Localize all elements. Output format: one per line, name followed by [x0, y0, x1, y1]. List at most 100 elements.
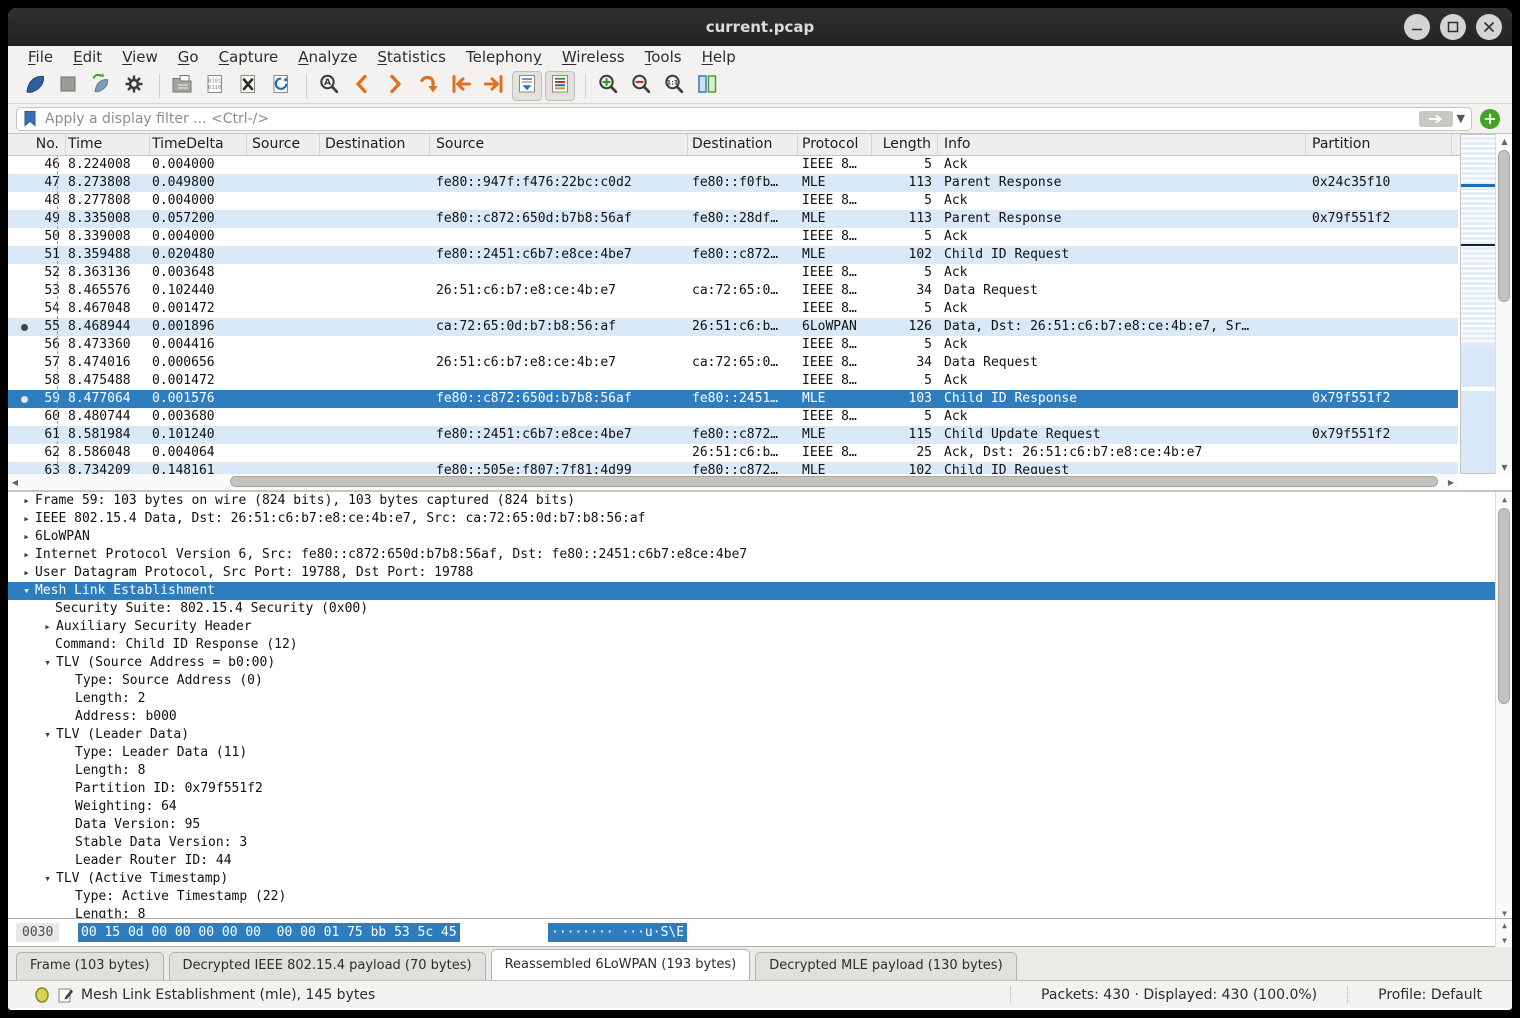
- column-header-partition[interactable]: Partition: [1306, 134, 1452, 155]
- collapsed-arrow-icon[interactable]: ▸: [18, 528, 35, 546]
- filter-dropdown-icon[interactable]: ▼: [1457, 112, 1465, 125]
- scroll-up-arrow[interactable]: ▲: [1496, 492, 1512, 506]
- display-filter-input[interactable]: [43, 110, 1419, 128]
- detail-line-15[interactable]: Length: 8: [8, 762, 1512, 780]
- collapsed-arrow-icon[interactable]: ▸: [18, 546, 35, 564]
- packet-row-49[interactable]: 498.3350080.057200fe80::c872:650d:b7b8:5…: [8, 210, 1458, 228]
- detail-line-17[interactable]: Weighting: 64: [8, 798, 1512, 816]
- find-packet-button[interactable]: A: [314, 71, 344, 101]
- expanded-arrow-icon[interactable]: ▾: [39, 870, 56, 888]
- filter-bookmark-icon[interactable]: [23, 110, 37, 127]
- byte-tab-decrypted[interactable]: Decrypted MLE payload (130 bytes): [755, 952, 1016, 980]
- detail-line-14[interactable]: Type: Leader Data (11): [8, 744, 1512, 762]
- scroll-right-arrow[interactable]: ▶: [1444, 474, 1458, 490]
- start-capture-button[interactable]: [20, 71, 50, 101]
- expanded-arrow-icon[interactable]: ▾: [39, 654, 56, 672]
- zoom-in-button[interactable]: [593, 71, 623, 101]
- menu-view[interactable]: View: [112, 46, 168, 68]
- packet-row-50[interactable]: 508.3390080.004000IEEE 8…5Ack: [8, 228, 1458, 246]
- menu-capture[interactable]: Capture: [209, 46, 289, 68]
- menu-statistics[interactable]: Statistics: [367, 46, 456, 68]
- column-header-source[interactable]: Source: [247, 134, 320, 155]
- packet-row-52[interactable]: 528.3631360.003648IEEE 8…5Ack: [8, 264, 1458, 282]
- menu-telephony[interactable]: Telephony: [456, 46, 552, 68]
- column-header-source[interactable]: Source: [430, 134, 688, 155]
- packet-row-60[interactable]: 608.4807440.003680IEEE 8…5Ack: [8, 408, 1458, 426]
- menu-analyze[interactable]: Analyze: [288, 46, 367, 68]
- column-header-info[interactable]: Info: [938, 134, 1306, 155]
- detail-line-4[interactable]: ▸User Datagram Protocol, Src Port: 19788…: [8, 564, 1512, 582]
- close-button[interactable]: [1476, 14, 1502, 40]
- packet-row-47[interactable]: 478.2738080.049800fe80::947f:f476:22bc:c…: [8, 174, 1458, 192]
- hex-bytes-selected[interactable]: 00 15 0d 00 00 00 00 00 00 00 01 75 bb 5…: [78, 923, 460, 942]
- expanded-arrow-icon[interactable]: ▾: [39, 726, 56, 744]
- menu-file[interactable]: File: [18, 46, 63, 68]
- detail-line-10[interactable]: Type: Source Address (0): [8, 672, 1512, 690]
- packet-list-hscrollbar[interactable]: ◀ ▶: [8, 474, 1458, 490]
- hex-ascii-selected[interactable]: ········ ···u·S\E: [548, 923, 687, 942]
- detail-line-8[interactable]: Command: Child ID Response (12): [8, 636, 1512, 654]
- packet-list-hscroll-thumb[interactable]: [230, 476, 1438, 487]
- auto-scroll-button[interactable]: [512, 71, 542, 101]
- column-header-protocol[interactable]: Protocol: [798, 134, 872, 155]
- collapsed-arrow-icon[interactable]: ▸: [39, 618, 56, 636]
- column-header-no[interactable]: No.: [8, 134, 66, 155]
- detail-line-1[interactable]: ▸IEEE 802.15.4 Data, Dst: 26:51:c6:b7:e8…: [8, 510, 1512, 528]
- detail-line-9[interactable]: ▾TLV (Source Address = b0:00): [8, 654, 1512, 672]
- detail-line-11[interactable]: Length: 2: [8, 690, 1512, 708]
- detail-line-7[interactable]: ▸Auxiliary Security Header: [8, 618, 1512, 636]
- details-vscroll-thumb[interactable]: [1498, 508, 1510, 704]
- go-to-packet-button[interactable]: [413, 71, 443, 101]
- bytes-vscrollbar[interactable]: ▲ ▼: [1495, 919, 1512, 947]
- menu-help[interactable]: Help: [692, 46, 746, 68]
- capture-options-button[interactable]: [119, 71, 149, 101]
- packet-row-51[interactable]: 518.3594880.020480fe80::2451:c6b7:e8ce:4…: [8, 246, 1458, 264]
- detail-line-13[interactable]: ▾TLV (Leader Data): [8, 726, 1512, 744]
- detail-line-5[interactable]: ▾Mesh Link Establishment: [8, 582, 1512, 600]
- intelligent-scrollbar-minimap[interactable]: [1460, 134, 1496, 474]
- detail-line-22[interactable]: Type: Active Timestamp (22): [8, 888, 1512, 906]
- scroll-down-arrow[interactable]: ▼: [1496, 906, 1512, 918]
- packet-list-vscrollbar[interactable]: ▲ ▼: [1495, 134, 1512, 474]
- packet-row-56[interactable]: 568.4733600.004416IEEE 8…5Ack: [8, 336, 1458, 354]
- detail-line-16[interactable]: Partition ID: 0x79f551f2: [8, 780, 1512, 798]
- menu-wireless[interactable]: Wireless: [552, 46, 635, 68]
- colorize-packets-button[interactable]: [545, 71, 575, 101]
- column-header-destination[interactable]: Destination: [688, 134, 798, 155]
- maximize-button[interactable]: [1440, 14, 1466, 40]
- go-forward-button[interactable]: [380, 71, 410, 101]
- packet-row-59[interactable]: 598.4770640.001576fe80::c872:650d:b7b8:5…: [8, 390, 1458, 408]
- detail-line-19[interactable]: Stable Data Version: 3: [8, 834, 1512, 852]
- detail-line-21[interactable]: ▾TLV (Active Timestamp): [8, 870, 1512, 888]
- detail-line-0[interactable]: ▸Frame 59: 103 bytes on wire (824 bits),…: [8, 492, 1512, 510]
- profile-status[interactable]: Profile: Default: [1347, 987, 1512, 1003]
- capture-comment-icon[interactable]: [58, 987, 73, 1003]
- zoom-original-button[interactable]: 1:1: [659, 71, 689, 101]
- expert-info-icon[interactable]: [34, 987, 50, 1003]
- menu-edit[interactable]: Edit: [63, 46, 112, 68]
- byte-tab-reassembled[interactable]: Reassembled 6LoWPAN (193 bytes): [491, 949, 751, 980]
- scroll-up-arrow[interactable]: ▲: [1496, 134, 1512, 148]
- scroll-left-arrow[interactable]: ◀: [8, 474, 22, 490]
- scroll-down-arrow[interactable]: ▼: [1496, 460, 1512, 474]
- packet-row-62[interactable]: 628.5860480.00406426:51:c6:b…IEEE 8…25Ac…: [8, 444, 1458, 462]
- packet-row-63[interactable]: 638.7342090.148161fe80::505e:f807:7f81:4…: [8, 462, 1458, 474]
- collapsed-arrow-icon[interactable]: ▸: [18, 510, 35, 528]
- apply-filter-button[interactable]: [1419, 111, 1453, 127]
- add-filter-button[interactable]: +: [1480, 109, 1500, 129]
- packet-row-61[interactable]: 618.5819840.101240fe80::2451:c6b7:e8ce:4…: [8, 426, 1458, 444]
- scroll-down-arrow[interactable]: ▼: [1496, 934, 1512, 947]
- detail-line-23[interactable]: Length: 8: [8, 906, 1512, 918]
- save-file-button[interactable]: 01010110: [200, 71, 230, 101]
- go-last-button[interactable]: [479, 71, 509, 101]
- details-vscrollbar[interactable]: ▲ ▼: [1495, 492, 1512, 918]
- packet-row-54[interactable]: 548.4670480.001472IEEE 8…5Ack: [8, 300, 1458, 318]
- menu-tools[interactable]: Tools: [635, 46, 692, 68]
- resize-columns-button[interactable]: [692, 71, 722, 101]
- packet-row-46[interactable]: 468.2240080.004000IEEE 8…5Ack: [8, 156, 1458, 174]
- packet-row-58[interactable]: 588.4754880.001472IEEE 8…5Ack: [8, 372, 1458, 390]
- collapsed-arrow-icon[interactable]: ▸: [18, 492, 35, 510]
- detail-line-3[interactable]: ▸Internet Protocol Version 6, Src: fe80:…: [8, 546, 1512, 564]
- menu-go[interactable]: Go: [168, 46, 209, 68]
- go-first-button[interactable]: [446, 71, 476, 101]
